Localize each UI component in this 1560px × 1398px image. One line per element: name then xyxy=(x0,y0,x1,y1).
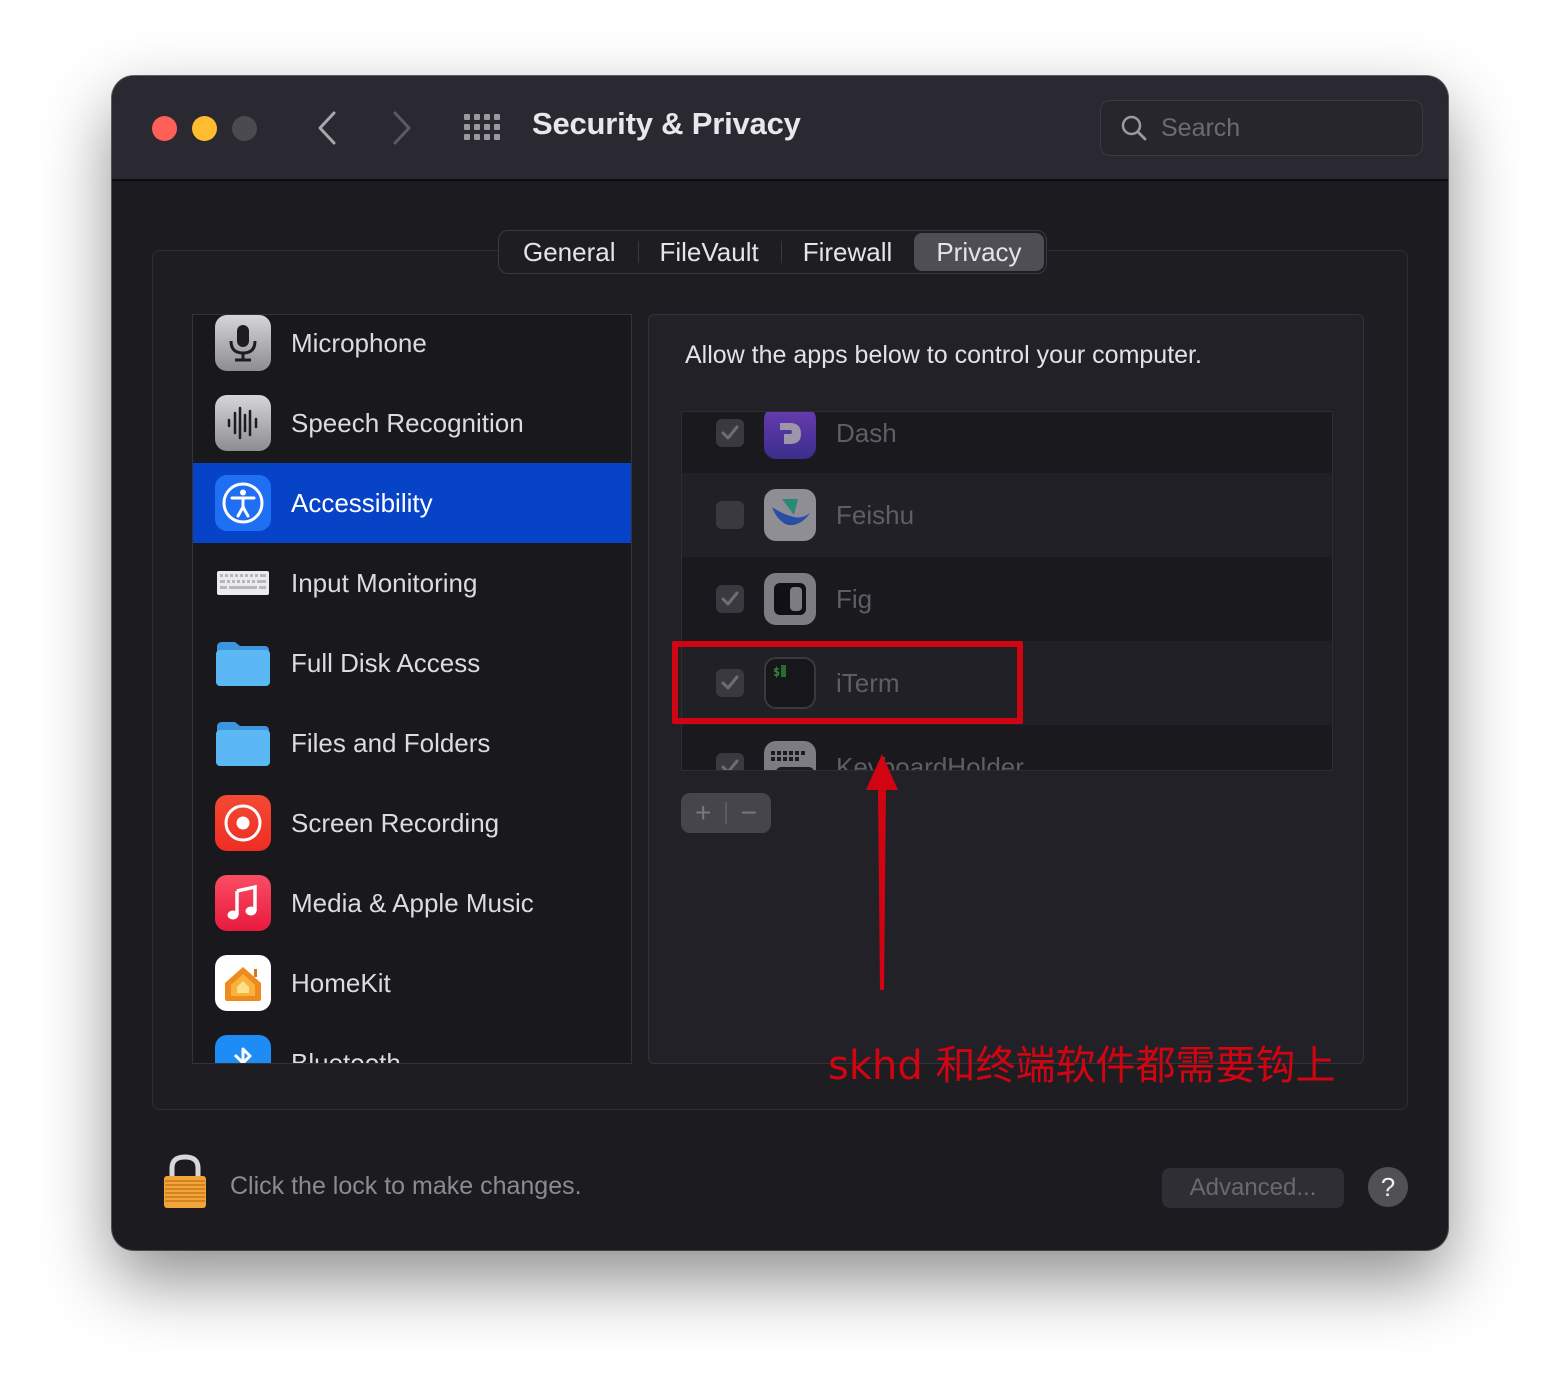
close-button[interactable] xyxy=(152,116,177,141)
sidebar-item-media-apple-music[interactable]: Media & Apple Music xyxy=(193,863,631,943)
back-button[interactable] xyxy=(312,108,342,148)
checkmark-icon xyxy=(721,759,739,770)
home-icon xyxy=(215,955,271,1011)
sidebar-item-speech-recognition[interactable]: Speech Recognition xyxy=(193,383,631,463)
sidebar-item-label: Files and Folders xyxy=(291,727,491,758)
search-icon xyxy=(1121,115,1147,141)
grid-icon[interactable] xyxy=(464,114,504,144)
annotation-text: skhd 和终端软件都需要钩上 xyxy=(828,1043,1336,1089)
keyboard-icon xyxy=(215,555,271,611)
bluetooth-icon xyxy=(215,1035,271,1063)
app-checkbox-unchecked[interactable] xyxy=(716,501,744,529)
title-bar: Security & Privacy xyxy=(112,76,1448,181)
annotation-arrow-icon xyxy=(866,754,898,990)
search-field[interactable] xyxy=(1100,100,1423,156)
app-name: Fig xyxy=(836,583,873,614)
keyboard-holder-app-icon xyxy=(764,741,816,770)
app-checkbox-checked[interactable] xyxy=(716,585,744,613)
remove-app-button[interactable]: − xyxy=(727,793,771,833)
sidebar-item-full-disk-access[interactable]: Full Disk Access xyxy=(193,623,631,703)
app-row-feishu[interactable]: Feishu xyxy=(682,473,1332,557)
tab-general[interactable]: General xyxy=(501,233,638,271)
dash-app-icon xyxy=(764,412,816,459)
folder-icon xyxy=(215,635,271,691)
forward-button[interactable] xyxy=(387,108,417,148)
sidebar-item-label: HomeKit xyxy=(291,967,391,998)
app-row-dash[interactable]: Dash xyxy=(682,412,1332,475)
tab-privacy[interactable]: Privacy xyxy=(914,233,1044,271)
sidebar-item-label: Bluetooth xyxy=(291,1047,401,1064)
chevron-left-icon xyxy=(318,111,336,145)
minimize-button[interactable] xyxy=(192,116,217,141)
music-note-icon xyxy=(215,875,271,931)
privacy-category-list[interactable]: Microphone Speech Recognition Accessibil… xyxy=(192,314,632,1064)
folder-icon xyxy=(215,715,271,771)
app-checkbox-checked[interactable] xyxy=(716,419,744,447)
microphone-icon xyxy=(215,315,271,371)
sidebar-item-label: Media & Apple Music xyxy=(291,887,534,918)
add-app-button[interactable]: + xyxy=(681,793,725,833)
sidebar-item-label: Speech Recognition xyxy=(291,407,524,438)
window-title: Security & Privacy xyxy=(532,106,801,141)
feishu-app-icon xyxy=(764,489,816,541)
checkmark-icon xyxy=(721,425,739,440)
add-remove-control: + − xyxy=(681,793,771,833)
lock-icon[interactable] xyxy=(162,1154,208,1210)
sidebar-item-input-monitoring[interactable]: Input Monitoring xyxy=(193,543,631,623)
waveform-icon xyxy=(215,395,271,451)
advanced-button[interactable]: Advanced... xyxy=(1162,1168,1344,1208)
fig-app-icon xyxy=(764,573,816,625)
app-name: Feishu xyxy=(836,499,915,530)
app-row-keyboardholder[interactable]: KeyboardHolder xyxy=(682,725,1332,770)
tab-firewall[interactable]: Firewall xyxy=(780,233,915,271)
checkmark-icon xyxy=(721,591,739,606)
content-description: Allow the apps below to control your com… xyxy=(685,341,1202,369)
app-checkbox-checked[interactable] xyxy=(716,753,744,770)
lock-hint-text: Click the lock to make changes. xyxy=(230,1172,582,1200)
chevron-right-icon xyxy=(393,111,411,145)
screen-recording-icon xyxy=(215,795,271,851)
sidebar-item-label: Screen Recording xyxy=(291,807,500,838)
zoom-button[interactable] xyxy=(232,116,257,141)
sidebar-item-files-and-folders[interactable]: Files and Folders xyxy=(193,703,631,783)
accessibility-icon xyxy=(215,475,271,531)
annotation-highlight-box xyxy=(672,641,1023,724)
sidebar-item-accessibility[interactable]: Accessibility xyxy=(193,463,631,543)
sidebar-item-label: Input Monitoring xyxy=(291,567,478,598)
tab-filevault[interactable]: FileVault xyxy=(637,233,781,271)
search-input[interactable] xyxy=(1161,113,1401,143)
sidebar-item-label: Accessibility xyxy=(291,487,433,518)
app-name: Dash xyxy=(836,417,897,448)
sidebar-item-bluetooth[interactable]: Bluetooth xyxy=(193,1023,631,1064)
app-row-fig[interactable]: Fig xyxy=(682,557,1332,641)
sidebar-item-screen-recording[interactable]: Screen Recording xyxy=(193,783,631,863)
sidebar-item-label: Full Disk Access xyxy=(291,647,481,678)
tab-bar: General FileVault Firewall Privacy xyxy=(498,230,1047,274)
sidebar-item-homekit[interactable]: HomeKit xyxy=(193,943,631,1023)
sidebar-item-label: Microphone xyxy=(291,327,427,358)
help-button[interactable]: ? xyxy=(1368,1167,1408,1207)
sidebar-item-microphone[interactable]: Microphone xyxy=(193,315,631,383)
